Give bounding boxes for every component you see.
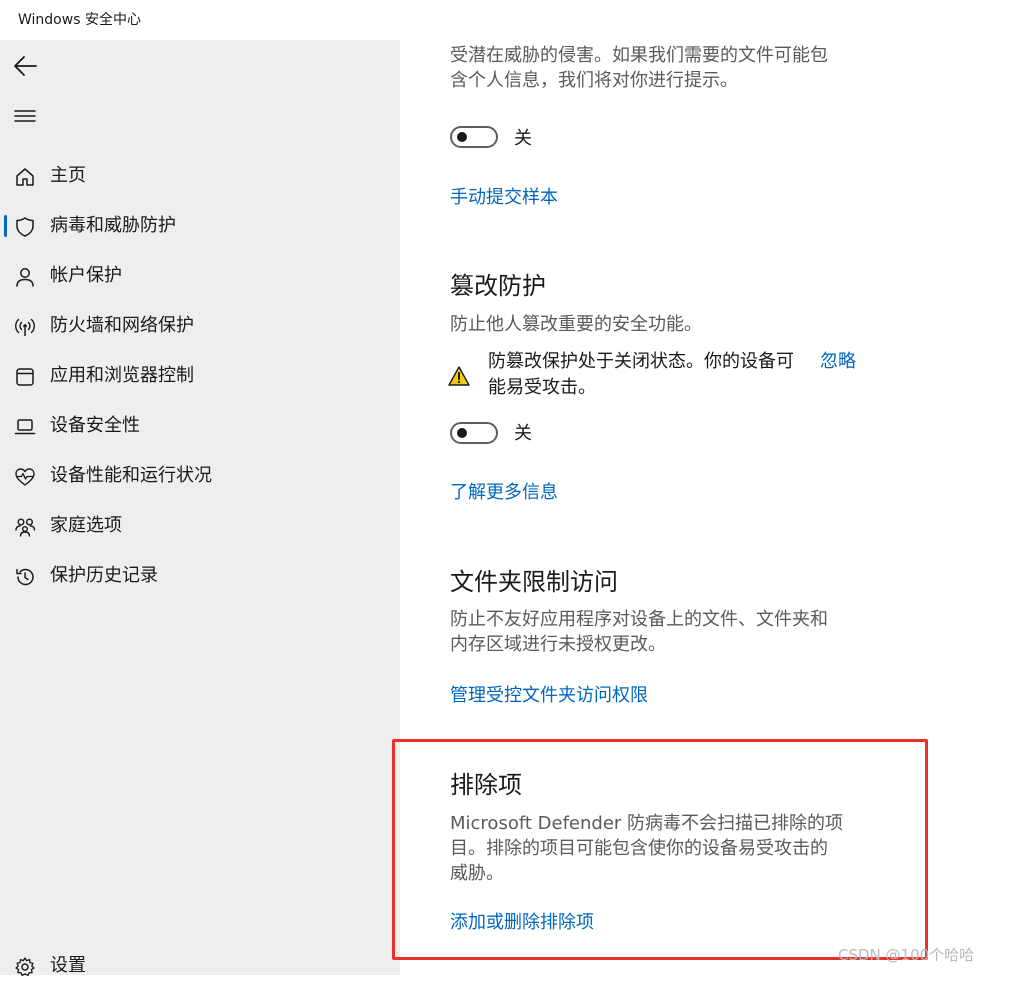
back-button[interactable] <box>12 53 40 79</box>
person-icon <box>16 268 34 287</box>
sidebar-item-label: 帐户保护 <box>50 265 122 286</box>
sidebar-item-family-options[interactable]: 家庭选项 <box>0 506 400 546</box>
sidebar-item-app-browser-control[interactable]: 应用和浏览器控制 <box>0 356 400 396</box>
dismiss-warning-link[interactable]: 忽略 <box>820 349 856 374</box>
sidebar-item-label: 设备性能和运行状况 <box>50 465 212 486</box>
heart-pulse-icon <box>15 468 35 486</box>
sidebar-item-label: 设备安全性 <box>50 415 140 436</box>
tamper-warning-line2: 能易受攻击。 <box>488 377 596 398</box>
sidebar-item-virus-protection[interactable]: 病毒和威胁防护 <box>0 206 400 246</box>
sidebar-item-label: 病毒和威胁防护 <box>50 215 176 236</box>
tamper-protection-description: 防止他人篡改重要的安全功能。 <box>450 314 702 335</box>
sidebar-item-label: 家庭选项 <box>50 515 122 536</box>
sidebar-item-settings[interactable]: 设置 <box>0 946 400 986</box>
sample-description-line2: 含个人信息，我们将对你进行提示。 <box>450 70 738 91</box>
sidebar-item-label: 防火墙和网络保护 <box>50 315 194 336</box>
sidebar-item-label: 应用和浏览器控制 <box>50 365 194 386</box>
sidebar-item-firewall[interactable]: 防火墙和网络保护 <box>0 306 400 346</box>
sidebar-item-label: 保护历史记录 <box>50 565 158 586</box>
folder-access-description-line1: 防止不友好应用程序对设备上的文件、文件夹和 <box>450 609 828 630</box>
sidebar: 主页 病毒和威胁防护 帐户保护 防火墙和网络保护 应用和浏览器控制 设备安全性 … <box>0 40 400 977</box>
toggle-knob <box>457 428 467 438</box>
learn-more-link[interactable]: 了解更多信息 <box>450 480 558 505</box>
toggle-knob <box>457 132 467 142</box>
wifi-antenna-icon <box>15 318 35 336</box>
sidebar-item-account-protection[interactable]: 帐户保护 <box>0 256 400 296</box>
manage-folder-access-link[interactable]: 管理受控文件夹访问权限 <box>450 683 648 708</box>
sample-toggle-label: 关 <box>514 128 532 149</box>
sidebar-item-label: 主页 <box>50 165 86 186</box>
controlled-folder-access-title: 文件夹限制访问 <box>450 568 618 596</box>
sidebar-item-label: 设置 <box>50 955 86 976</box>
sidebar-item-device-performance[interactable]: 设备性能和运行状况 <box>0 456 400 496</box>
title-bar: Windows 安全中心 <box>0 0 1010 40</box>
shield-icon <box>16 217 34 237</box>
window-title: Windows 安全中心 <box>18 12 141 28</box>
sidebar-item-device-security[interactable]: 设备安全性 <box>0 406 400 446</box>
sidebar-item-home[interactable]: 主页 <box>0 156 400 196</box>
menu-button[interactable] <box>12 104 40 130</box>
family-icon <box>15 518 36 537</box>
back-arrow-icon <box>14 56 37 76</box>
sidebar-item-protection-history[interactable]: 保护历史记录 <box>0 556 400 596</box>
warning-icon <box>448 366 470 386</box>
manual-submit-sample-link[interactable]: 手动提交样本 <box>450 185 558 210</box>
tamper-protection-toggle[interactable] <box>450 422 498 444</box>
home-icon <box>16 168 34 186</box>
highlight-annotation-box <box>392 739 928 960</box>
app-window-icon <box>16 368 34 386</box>
folder-access-description-line2: 内存区域进行未授权更改。 <box>450 634 666 655</box>
watermark: CSDN @100个哈哈 <box>838 946 975 964</box>
tamper-protection-title: 篡改防护 <box>450 272 546 300</box>
history-icon <box>16 568 34 586</box>
tamper-warning-line1: 防篡改保护处于关闭状态。你的设备可 <box>488 351 794 372</box>
hamburger-menu-icon <box>14 110 36 122</box>
tamper-toggle-label: 关 <box>514 423 532 444</box>
sample-description-line1: 受潜在威胁的侵害。如果我们需要的文件可能包 <box>450 45 828 66</box>
sample-submission-toggle[interactable] <box>450 126 498 148</box>
laptop-icon <box>14 419 36 435</box>
